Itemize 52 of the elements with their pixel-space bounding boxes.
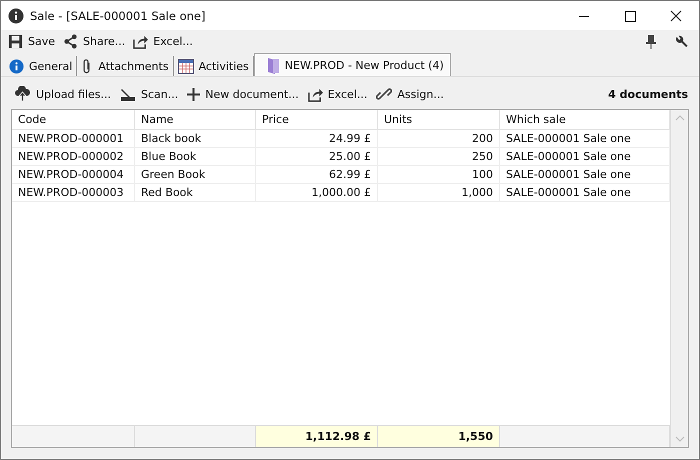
- export-icon: [308, 86, 323, 102]
- share-icon: [63, 34, 78, 49]
- table-cell: NEW.PROD-000004: [12, 166, 135, 184]
- table-cell: NEW.PROD-000001: [12, 130, 135, 148]
- wrench-icon[interactable]: [674, 34, 689, 49]
- table-cell: 250: [378, 148, 500, 166]
- table-cell: Black book: [135, 130, 256, 148]
- total-cell: 1,112.98 £: [256, 426, 378, 447]
- table-cell: NEW.PROD-000002: [12, 148, 135, 166]
- table-cell: SALE-000001 Sale one: [500, 184, 670, 202]
- table-cell: 62.99 £: [256, 166, 378, 184]
- table-cell: 200: [378, 130, 500, 148]
- toolbar-button[interactable]: Save: [5, 33, 58, 50]
- table-cell: 1,000: [378, 184, 500, 202]
- plus-icon: [187, 88, 200, 100]
- info-icon: [9, 58, 24, 74]
- toolbar-button[interactable]: Upload files...: [11, 85, 114, 103]
- table-cell: Red Book: [135, 184, 256, 202]
- table-cell: SALE-000001 Sale one: [500, 130, 670, 148]
- total-cell: 1,550: [378, 426, 500, 447]
- table-cell: Blue Book: [135, 148, 256, 166]
- column-header[interactable]: Code: [12, 110, 135, 130]
- cloud-upload-icon: [14, 86, 31, 102]
- table-cell: 25.00 £: [256, 148, 378, 166]
- export-icon: [133, 34, 148, 49]
- table-cell: Green Book: [135, 166, 256, 184]
- toolbar-button[interactable]: Excel...: [304, 86, 370, 102]
- link-icon: [376, 86, 392, 102]
- column-header[interactable]: Price: [256, 110, 378, 130]
- table-cell: SALE-000001 Sale one: [500, 148, 670, 166]
- info-icon: [8, 8, 24, 24]
- table-cell: 24.99 £: [256, 130, 378, 148]
- save-icon: [8, 34, 23, 49]
- column-header[interactable]: Name: [135, 110, 256, 130]
- toolbar-button[interactable]: Excel...: [130, 33, 196, 50]
- toolbar-button[interactable]: Share...: [60, 33, 128, 50]
- window-title: Sale - [SALE-000001 Sale one]: [30, 8, 206, 22]
- scanner-icon: [120, 86, 136, 102]
- toolbar-button[interactable]: Assign...: [373, 85, 447, 103]
- toolbar-button[interactable]: New document...: [184, 86, 302, 102]
- table-cell: SALE-000001 Sale one: [500, 166, 670, 184]
- calendar-icon: [178, 58, 194, 74]
- table-cell: NEW.PROD-000003: [12, 184, 135, 202]
- column-header[interactable]: Units: [378, 110, 500, 130]
- table-cell: 1,000.00 £: [256, 184, 378, 202]
- tab[interactable]: NEW.PROD - New Product (4): [254, 53, 451, 76]
- column-header[interactable]: Which sale: [500, 110, 670, 130]
- pin-icon[interactable]: [644, 34, 658, 50]
- document-count: 4 documents: [608, 88, 688, 100]
- folder-icon: [266, 56, 280, 74]
- table-cell: 100: [378, 166, 500, 184]
- toolbar-button[interactable]: Scan...: [117, 86, 182, 102]
